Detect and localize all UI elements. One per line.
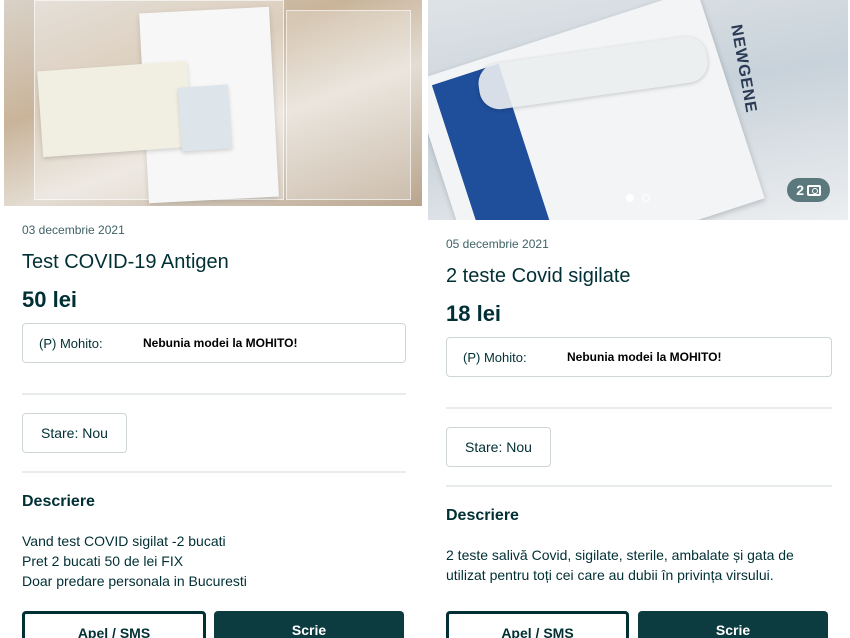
photo-bag-2	[286, 10, 411, 200]
call-sms-button[interactable]: Apel / SMS	[446, 611, 629, 638]
promo-text: Nebunia modei la MOHITO!	[143, 336, 298, 350]
photo-test-card	[37, 60, 193, 158]
divider	[22, 471, 406, 473]
photo-count: 2	[796, 182, 804, 198]
description-line: Pret 2 bucati 50 de lei FIX	[22, 553, 184, 569]
promo-label: (P) Mohito:	[463, 349, 527, 365]
promo-label: (P) Mohito:	[39, 335, 103, 351]
chat-button[interactable]: Scrie	[214, 611, 404, 638]
condition-badge: Stare: Nou	[22, 413, 127, 453]
listing-title: 2 teste Covid sigilate	[446, 265, 631, 287]
listing-title: Test COVID-19 Antigen	[22, 251, 229, 273]
description-heading: Descriere	[22, 493, 95, 510]
carousel-dot-active[interactable]	[626, 194, 634, 202]
chat-button[interactable]: Scrie	[638, 611, 828, 638]
listing-panel-1: 03 decembrie 2021 Test COVID-19 Antigen …	[0, 0, 424, 638]
description-heading: Descriere	[446, 507, 519, 524]
divider	[446, 407, 832, 409]
description-line: Vand test COVID sigilat -2 bucati	[22, 533, 226, 549]
description-line: Doar predare personala in Bucuresti	[22, 573, 247, 589]
listing-panel-2: NEWGENE 2 05 decembrie 2021 2 teste Covi…	[424, 0, 850, 638]
call-sms-button[interactable]: Apel / SMS	[22, 611, 206, 638]
listing-date: 03 decembrie 2021	[22, 223, 125, 237]
promo-banner[interactable]: (P) Mohito: Nebunia modei la MOHITO!	[22, 323, 406, 363]
description-text: 2 teste salivă Covid, sigilate, sterile,…	[446, 545, 832, 585]
listing-content: 05 decembrie 2021 2 teste Covid sigilate…	[446, 237, 832, 585]
description-line: 2 teste salivă Covid, sigilate, sterile,…	[446, 547, 794, 563]
listing-price: 18 lei	[446, 301, 502, 326]
listing-content: 03 decembrie 2021 Test COVID-19 Antigen …	[22, 223, 406, 591]
condition-badge: Stare: Nou	[446, 427, 551, 467]
promo-banner[interactable]: (P) Mohito: Nebunia modei la MOHITO!	[446, 337, 832, 377]
carousel-dot[interactable]	[642, 194, 650, 202]
listing-photo[interactable]: NEWGENE 2	[428, 0, 848, 220]
description-text: Vand test COVID sigilat -2 bucati Pret 2…	[22, 531, 406, 591]
promo-text: Nebunia modei la MOHITO!	[567, 350, 722, 364]
listing-price: 50 lei	[22, 287, 78, 312]
camera-icon	[807, 184, 821, 196]
carousel-dots[interactable]	[626, 194, 650, 202]
photo-count-badge: 2	[787, 178, 830, 202]
description-line: utilizat pentru toți cei care au dubii î…	[446, 567, 774, 583]
divider	[22, 393, 406, 395]
listing-date: 05 decembrie 2021	[446, 237, 549, 251]
photo-test-device	[177, 84, 233, 152]
divider	[446, 485, 832, 487]
listing-photo[interactable]	[4, 0, 422, 206]
